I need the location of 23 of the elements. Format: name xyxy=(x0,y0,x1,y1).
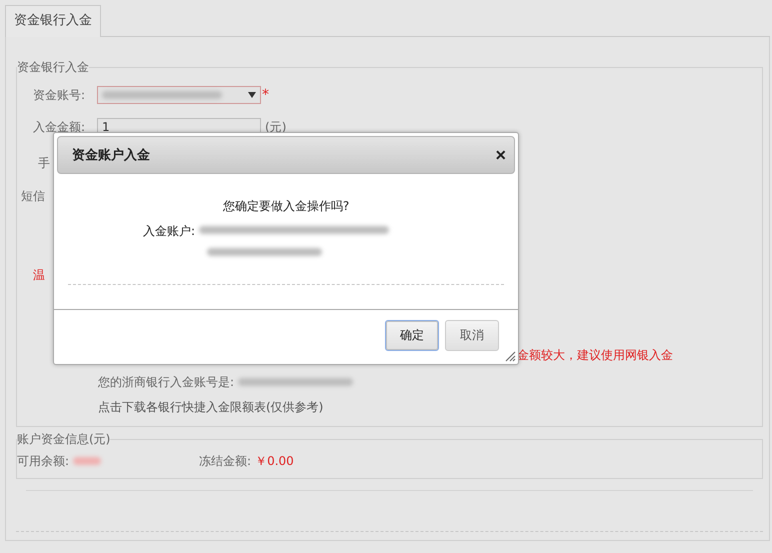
dialog-button[interactable]: 确定 xyxy=(385,320,439,351)
dialog-title: 资金账户入金 xyxy=(72,146,150,164)
frozen-label: 冻结金额: xyxy=(199,452,252,470)
confirm-question: 您确定要做入金操作吗? xyxy=(222,198,350,215)
account-label: 入金账户: xyxy=(142,223,196,240)
download-link[interactable]: 点击下载各银行快捷入金限额表(仅供参考) xyxy=(98,398,324,416)
tab[interactable]: 资金银行入金 xyxy=(5,5,101,37)
dropdown-icon xyxy=(248,92,256,98)
section-legend: 资金银行入金 xyxy=(17,59,89,76)
field-label: 资金账号: xyxy=(33,86,86,104)
notice-label: 温 xyxy=(33,266,45,284)
resize-grip-icon[interactable] xyxy=(505,351,516,362)
frozen-value: ￥0.00 xyxy=(255,452,294,470)
available-label: 可用余额: xyxy=(17,452,70,470)
field-label: 短信 xyxy=(21,188,45,204)
field-label: 入金金额: xyxy=(33,118,86,136)
section-legend: 账户资金信息(元) xyxy=(17,431,110,448)
field-label: 手 xyxy=(38,154,50,172)
bank-account-label: 您的浙商银行入金账号是: xyxy=(98,374,234,390)
dialog-button[interactable]: 取消 xyxy=(445,320,499,351)
blurred-text xyxy=(73,457,102,465)
close-button[interactable]: × xyxy=(495,146,506,164)
required-mark: * xyxy=(262,87,270,103)
